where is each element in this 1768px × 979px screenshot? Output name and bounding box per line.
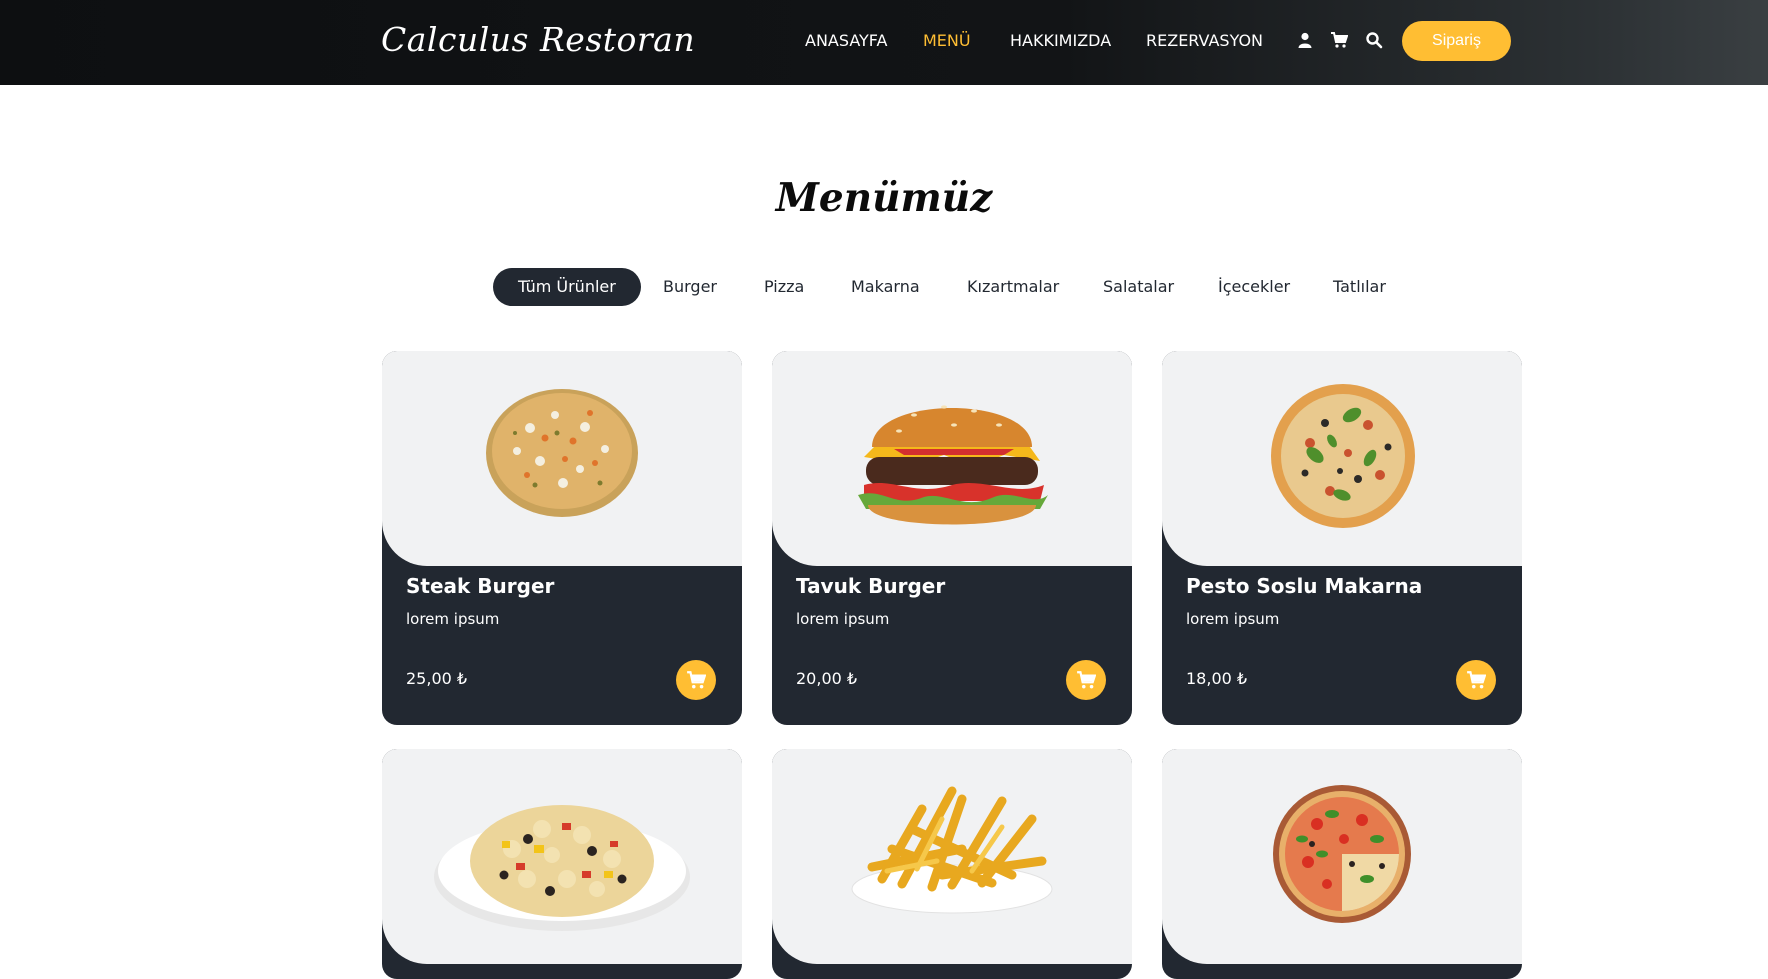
product-name: Pesto Soslu Makarna — [1186, 574, 1423, 598]
product-image-frame — [1162, 351, 1522, 566]
product-description: lorem ipsum — [796, 610, 890, 628]
product-card[interactable] — [1162, 749, 1522, 979]
user-icon[interactable] — [1296, 31, 1314, 49]
pasta-salad-image — [434, 805, 690, 931]
margherita-pizza-image — [1273, 785, 1411, 923]
product-card[interactable]: Tavuk Burger lorem ipsum 20,00 ₺ — [772, 351, 1132, 725]
nav-menu[interactable]: MENÜ — [923, 31, 971, 50]
product-description: lorem ipsum — [406, 610, 500, 628]
nav-about[interactable]: HAKKIMIZDA — [1010, 31, 1111, 50]
product-image-frame — [1162, 749, 1522, 964]
product-card[interactable]: Steak Burger lorem ipsum 25,00 ₺ — [382, 351, 742, 725]
filter-burger[interactable]: Burger — [663, 268, 717, 306]
product-price: 18,00 ₺ — [1186, 669, 1248, 688]
filter-all[interactable]: Tüm Ürünler — [493, 268, 641, 306]
cart-icon — [1467, 671, 1486, 689]
product-name: Steak Burger — [406, 574, 555, 598]
site-header: Calculus Restoran ANASAYFA MENÜ HAKKIMIZ… — [0, 0, 1768, 85]
product-price: 25,00 ₺ — [406, 669, 468, 688]
filter-desserts[interactable]: Tatlılar — [1333, 268, 1386, 306]
cart-icon — [1077, 671, 1096, 689]
product-card[interactable] — [382, 749, 742, 979]
product-card[interactable] — [772, 749, 1132, 979]
add-to-cart-button[interactable] — [676, 660, 716, 700]
product-card[interactable]: Pesto Soslu Makarna lorem ipsum 18,00 ₺ — [1162, 351, 1522, 725]
add-to-cart-button[interactable] — [1066, 660, 1106, 700]
add-to-cart-button[interactable] — [1456, 660, 1496, 700]
product-image-frame — [772, 749, 1132, 964]
filter-fries[interactable]: Kızartmalar — [967, 268, 1059, 306]
product-image-frame — [382, 351, 742, 566]
logo[interactable]: Calculus Restoran — [381, 20, 695, 59]
menu-title: Menümüz — [775, 175, 993, 221]
nav-home[interactable]: ANASAYFA — [805, 31, 887, 50]
product-image-frame — [382, 749, 742, 964]
french-fries-image — [851, 786, 1053, 914]
order-button[interactable]: Sipariş — [1402, 21, 1511, 61]
filter-drinks[interactable]: İçecekler — [1218, 268, 1290, 306]
filter-salads[interactable]: Salatalar — [1103, 268, 1174, 306]
search-icon[interactable] — [1365, 31, 1383, 49]
cart-icon — [687, 671, 706, 689]
product-description: lorem ipsum — [1186, 610, 1280, 628]
basil-pizza-image — [1271, 384, 1415, 528]
filter-pizza[interactable]: Pizza — [764, 268, 804, 306]
category-filters: Tüm Ürünler Burger Pizza Makarna Kızartm… — [0, 268, 1768, 306]
product-name: Tavuk Burger — [796, 574, 946, 598]
nav-reservation[interactable]: REZERVASYON — [1146, 31, 1263, 50]
filter-pasta[interactable]: Makarna — [851, 268, 920, 306]
product-image-frame — [772, 351, 1132, 566]
burger-image — [858, 405, 1048, 525]
veggie-pizza-image — [486, 389, 638, 517]
product-price: 20,00 ₺ — [796, 669, 858, 688]
cart-icon[interactable] — [1330, 31, 1349, 49]
